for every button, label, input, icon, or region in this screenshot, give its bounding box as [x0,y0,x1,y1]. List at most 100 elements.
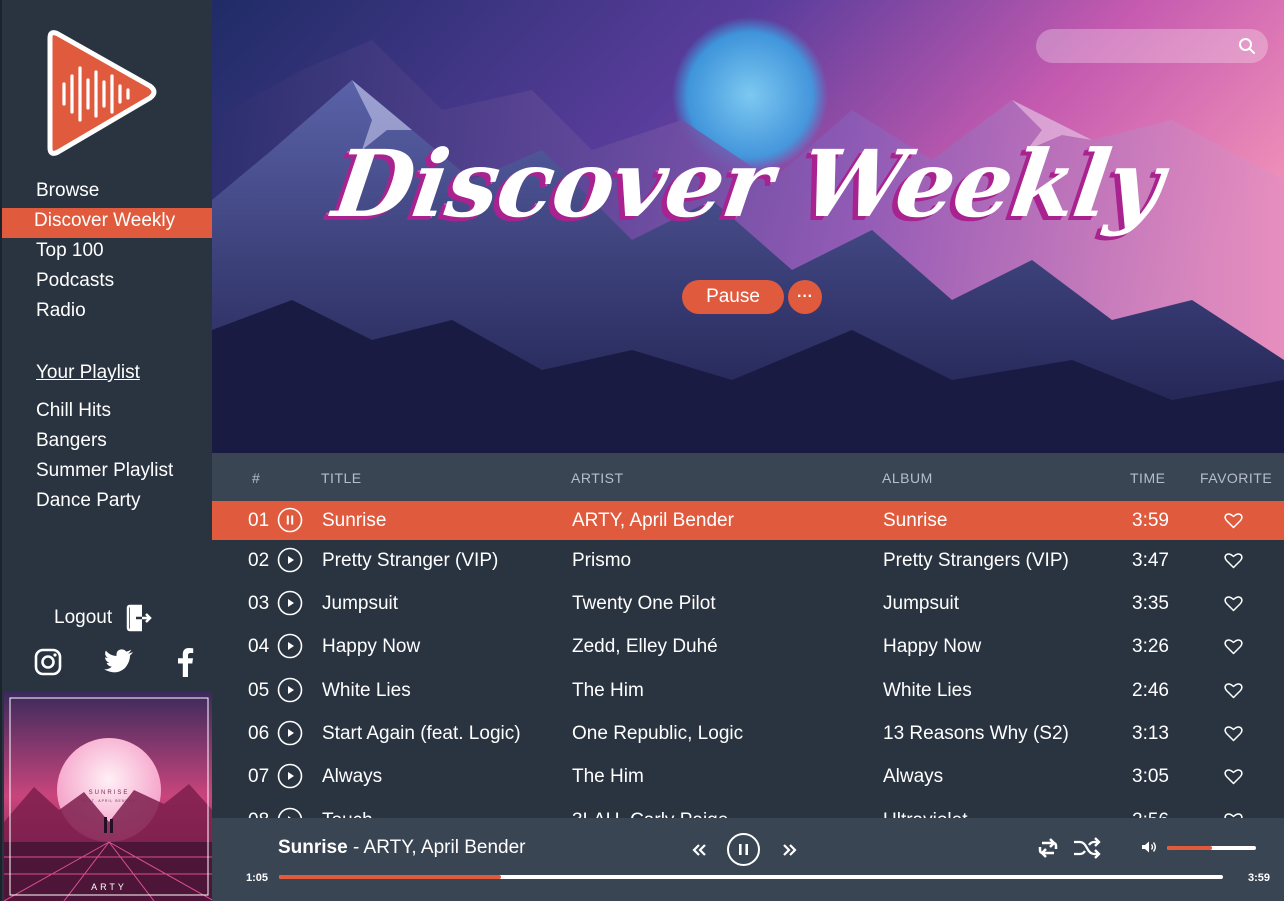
track-number: 03 [248,593,270,614]
play-track-icon[interactable] [277,720,303,746]
svg-text:ARTY: ARTY [91,882,127,892]
heart-icon[interactable] [1224,682,1243,699]
progress-bar[interactable] [279,875,1223,879]
search-input[interactable] [1036,29,1268,63]
play-track-icon[interactable] [277,763,303,789]
col-header-title[interactable]: TITLE [321,470,362,486]
track-row[interactable]: 05 White Lies The Him White Lies 2:46 [212,671,1284,710]
facebook-icon[interactable] [176,647,194,677]
track-album: Always [883,766,944,787]
track-row[interactable]: 01 Sunrise ARTY, April Bender Sunrise 3:59 [212,501,1284,540]
track-artist: The Him [572,766,644,787]
track-row[interactable]: 03 Jumpsuit Twenty One Pilot Jumpsuit 3:35 [212,584,1284,623]
your-playlist-heading[interactable]: Your Playlist [36,362,140,384]
track-duration: 3:05 [1132,766,1169,787]
sidebar-item-radio[interactable]: Radio [2,298,214,328]
heart-icon[interactable] [1224,512,1243,529]
track-title: Pretty Stranger (VIP) [322,550,499,571]
track-album: White Lies [883,680,972,701]
track-number: 04 [248,636,270,657]
heart-icon[interactable] [1224,552,1243,569]
logo-play-icon[interactable] [42,28,160,160]
playlist-item-dance-party[interactable]: Dance Party [2,488,214,518]
track-title: Jumpsuit [322,593,399,614]
track-title: White Lies [322,680,411,701]
track-row[interactable]: 06 Start Again (feat. Logic) One Republic,… [212,714,1284,753]
pause-track-icon[interactable] [277,507,303,533]
track-list: 01 Sunrise ARTY, April Bender Sunrise 3:59 02… [212,501,1284,818]
sidebar-item-podcasts[interactable]: Podcasts [2,268,214,298]
sidebar-item-discover-weekly[interactable]: Discover Weekly [2,208,214,238]
track-album: Happy Now [883,636,982,657]
twitter-icon[interactable] [104,649,134,675]
track-row[interactable]: 04 Happy Now Zedd, Elley Duhé Happy Now 3:26 [212,627,1284,666]
album-art[interactable]: SUNRISE FEAT. APRIL BENDER ARTY [4,692,214,901]
track-number: 05 [248,680,270,701]
shuffle-icon[interactable] [1073,837,1101,859]
sidebar-item-top-100[interactable]: Top 100 [2,238,214,268]
track-album: Jumpsuit [883,593,960,614]
sidebar: Browse Discover Weekly Top 100 Podcasts Radi… [0,0,214,901]
more-options-button[interactable]: ··· [788,280,822,314]
track-row[interactable]: 02 Pretty Stranger (VIP) Prismo Pretty Stra… [212,541,1284,580]
track-row[interactable]: 07 Always The Him Always 3:05 [212,757,1284,796]
track-album: Pretty Strangers (VIP) [883,550,1069,571]
heart-icon[interactable] [1224,768,1243,785]
album-art-image: SUNRISE FEAT. APRIL BENDER ARTY [4,692,214,901]
heart-icon[interactable] [1224,638,1243,655]
play-track-icon[interactable] [277,807,303,818]
logout-button[interactable]: Logout [54,604,152,632]
logout-icon [126,604,152,632]
playlist-item-chill-hits[interactable]: Chill Hits [2,398,214,428]
sidebar-item-browse[interactable]: Browse [2,178,214,208]
playlist-list: Chill Hits Bangers Summer Playlist Dance Pa… [2,398,214,518]
pause-icon[interactable] [726,832,761,867]
pause-button[interactable]: Pause [682,280,784,314]
col-header-album[interactable]: ALBUM [882,470,933,486]
heart-icon[interactable] [1224,725,1243,742]
play-track-icon[interactable] [277,677,303,703]
repeat-icon[interactable] [1036,836,1060,860]
progress-fill [279,875,501,879]
track-duration: 3:59 [1132,510,1169,531]
track-duration: 3:26 [1132,636,1169,657]
logout-label: Logout [54,607,113,628]
search-icon[interactable] [1238,37,1256,55]
playlist-item-bangers[interactable]: Bangers [2,428,214,458]
track-duration: 3:47 [1132,550,1169,571]
col-header-time[interactable]: TIME [1130,470,1165,486]
social-links [34,647,194,677]
col-header-number: # [252,470,261,486]
track-album: Ultraviolet [883,810,967,818]
rewind-icon[interactable] [690,842,708,858]
hero-banner: Discover Weekly Pause ··· [212,0,1284,453]
play-track-icon[interactable] [277,547,303,573]
col-header-artist[interactable]: ARTIST [571,470,624,486]
instagram-icon[interactable] [34,648,62,676]
track-artist: Prismo [572,550,632,571]
track-number: 07 [248,766,270,787]
track-album: Sunrise [883,510,948,531]
track-title: Sunrise [322,510,387,531]
fast-forward-icon[interactable] [781,842,799,858]
track-number: 06 [248,723,270,744]
total-time: 3:59 [1248,872,1271,884]
track-artist: The Him [572,680,644,701]
now-playing-artist: - ARTY, April Bender [352,837,526,858]
track-title: Always [322,766,383,787]
playlist-item-summer-playlist[interactable]: Summer Playlist [2,458,214,488]
play-track-icon[interactable] [277,633,303,659]
volume-icon[interactable] [1141,840,1157,854]
svg-text:FEAT. APRIL BENDER: FEAT. APRIL BENDER [82,799,136,803]
play-track-icon[interactable] [277,590,303,616]
track-duration: 2:56 [1132,810,1169,818]
track-artist: Zedd, Elley Duhé [572,636,718,657]
track-table-header: # TITLE ARTIST ALBUM TIME FAVORITE [212,453,1284,501]
volume-slider[interactable] [1167,846,1256,850]
heart-icon[interactable] [1224,595,1243,612]
track-artist: One Republic, Logic [572,723,744,744]
track-number: 02 [248,550,270,571]
track-row[interactable]: 08 Touch 3LAU, Carly Paige Ultraviolet 2:56 [212,801,1284,818]
page-title: Discover Weekly [327,130,1169,238]
track-album: 13 Reasons Why (S2) [883,723,1069,744]
